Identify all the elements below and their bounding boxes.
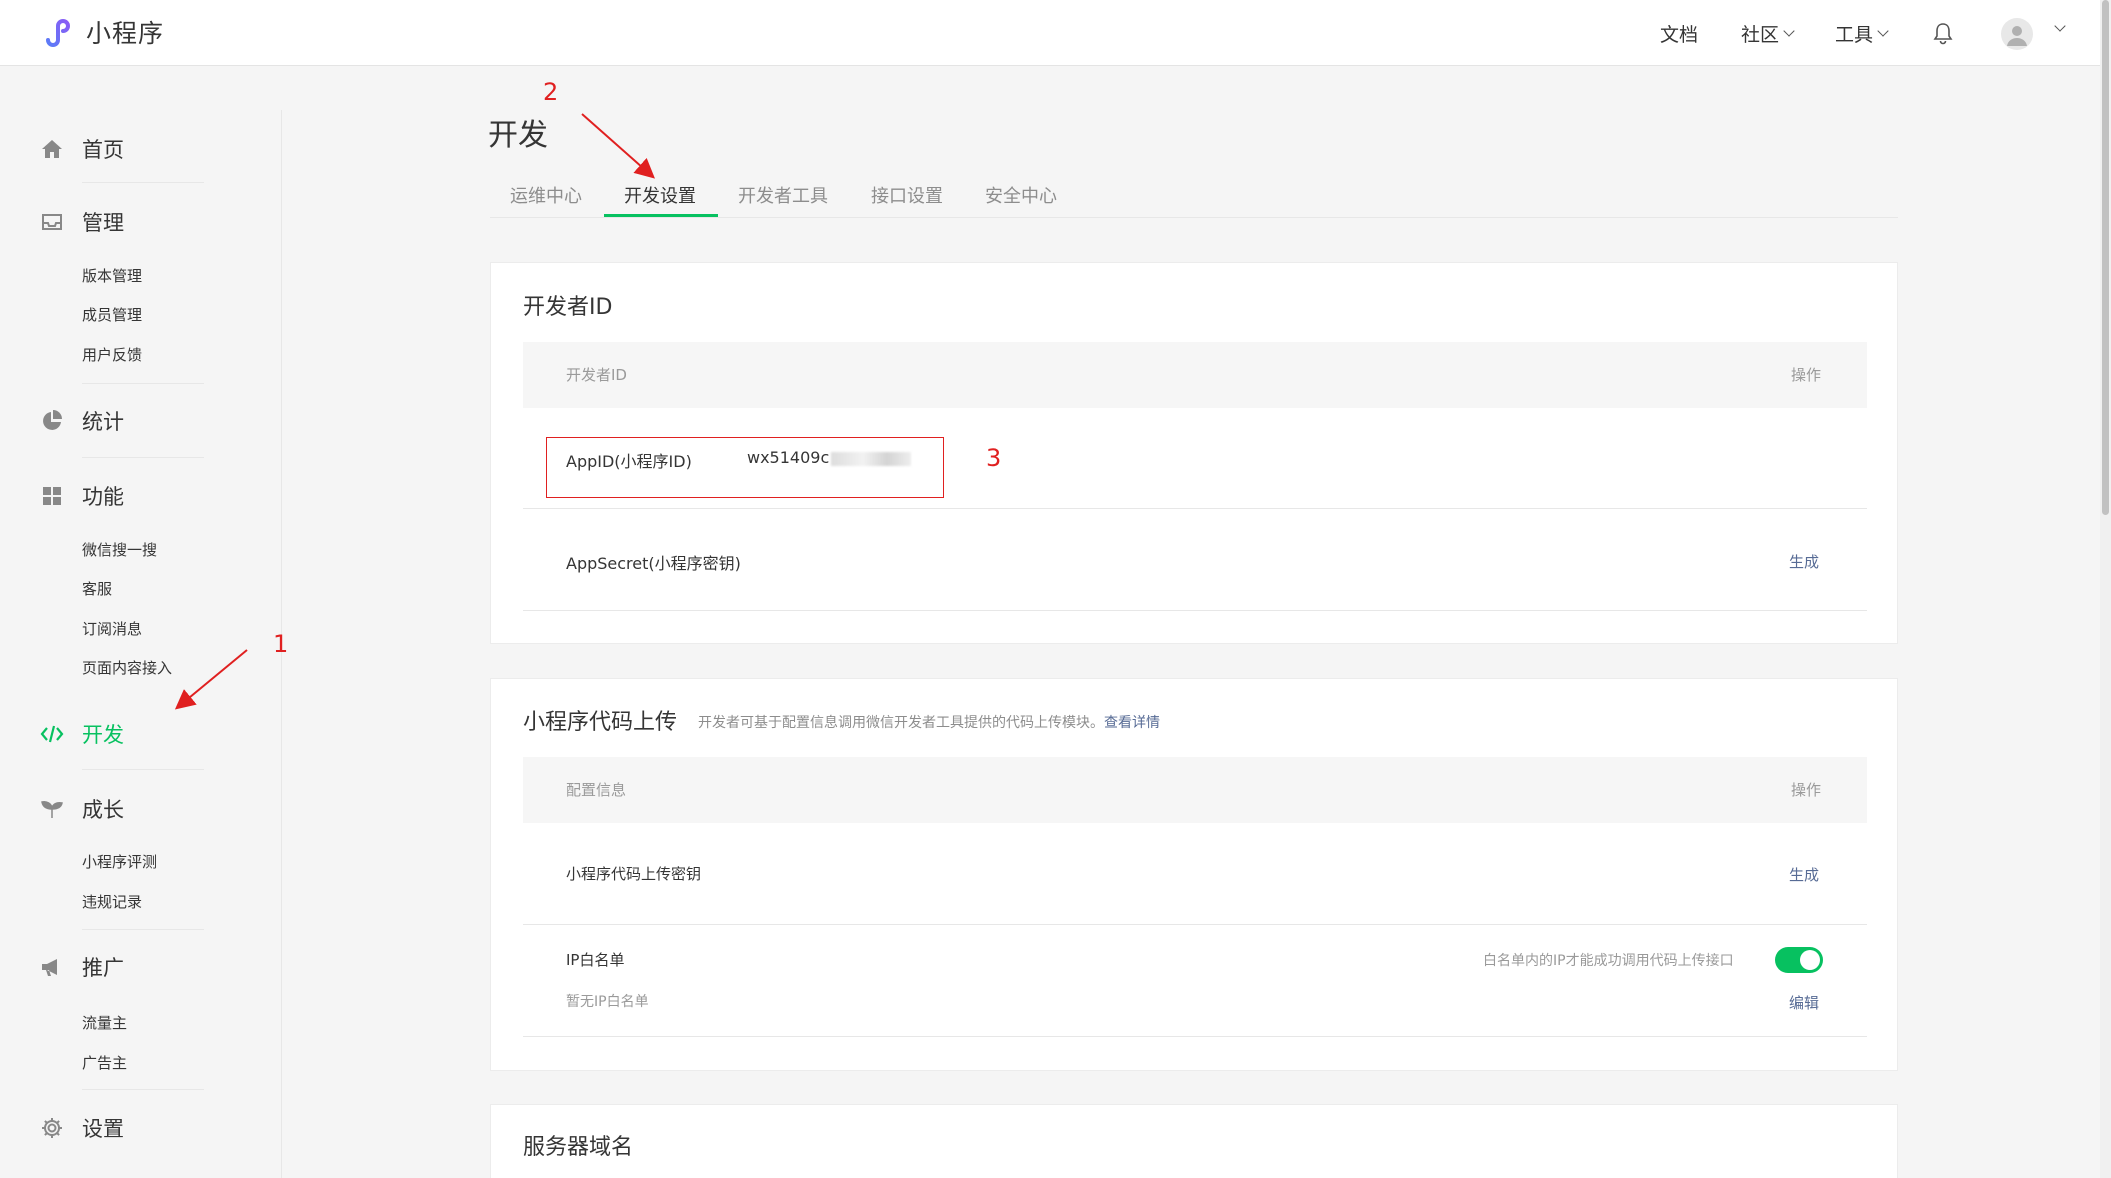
annotation-number-2: 2 [543, 78, 559, 106]
scrollbar-thumb[interactable] [2102, 0, 2109, 515]
annotation-arrow-1 [174, 649, 248, 710]
annotation-overlay [174, 113, 655, 710]
annotation-highlight-box [546, 437, 944, 498]
annotation-number-3: 3 [986, 444, 1002, 472]
annotation-arrow-2 [581, 113, 655, 179]
annotation-number-1: 1 [273, 630, 289, 658]
